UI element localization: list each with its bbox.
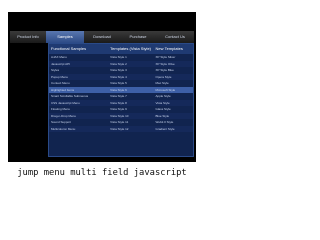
menu-tab-download[interactable]: Download <box>84 31 120 43</box>
caption-text: jump menu multi field javascript <box>17 168 187 178</box>
menu-item[interactable]: Multicolumn Menu <box>49 126 108 133</box>
menu-tab-samples[interactable]: Samples <box>46 31 84 43</box>
menu-tab-contact-us[interactable]: Contact Us <box>156 31 194 43</box>
dropdown-rows: AJAX Menu Vista Style 1 XP Style Silver Jav… <box>49 54 193 132</box>
menu-tab-purchase[interactable]: Purchase <box>120 31 156 43</box>
dropdown-row: Multicolumn Menu Vista Style 12 Gradient S… <box>49 125 193 133</box>
column-header-functional: Functional Samples <box>51 46 87 51</box>
menu-item[interactable]: Vista Style 12 <box>108 126 153 133</box>
menu-demo-frame: Product Info Samples Download Purchase C… <box>8 12 196 162</box>
menu-bar: Product Info Samples Download Purchase C… <box>10 31 194 43</box>
column-header-new: New Templates <box>155 46 183 51</box>
samples-dropdown: Functional Samples Templates (Vista Styl… <box>48 43 194 157</box>
dropdown-column-headers: Functional Samples Templates (Vista Styl… <box>49 44 193 54</box>
menu-item[interactable]: Gradient Style <box>154 126 193 133</box>
menu-tab-product-info[interactable]: Product Info <box>10 31 46 43</box>
column-header-vista: Templates (Vista Style) <box>110 46 152 51</box>
